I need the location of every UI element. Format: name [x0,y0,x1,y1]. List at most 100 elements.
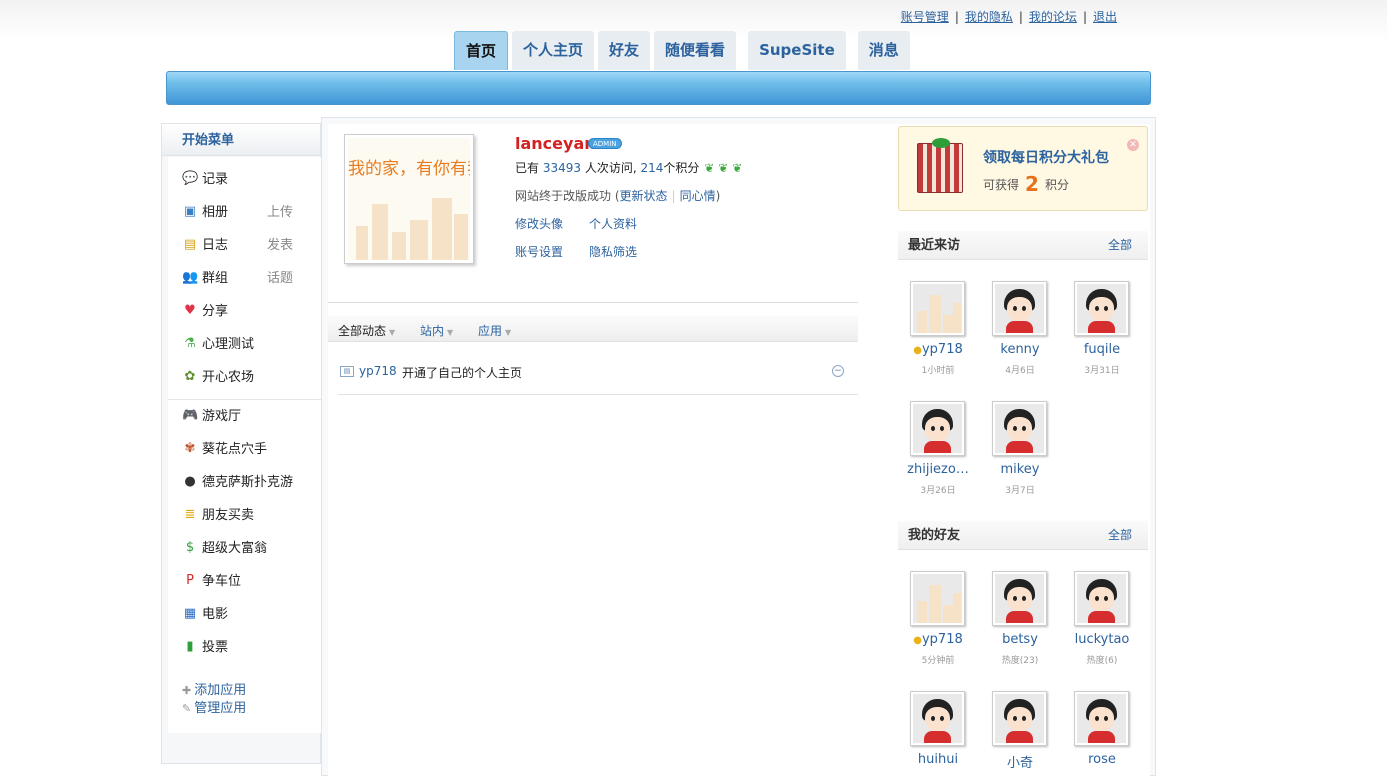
sidebar-item-psych-test[interactable]: ⚗ 心理测试 [182,335,317,355]
user-name-link[interactable]: kenny [979,342,1061,357]
user-card[interactable]: huihui [897,691,979,776]
remove-feed-icon[interactable]: − [832,365,844,377]
user-name[interactable]: huihui [918,752,958,767]
manage-app-label[interactable]: 管理应用 [194,701,246,716]
sidebar-item-label[interactable]: 记录 [202,170,228,190]
user-avatar[interactable] [992,571,1047,626]
add-app-button[interactable]: ✚ 添加应用 [182,679,246,698]
feed-tab-all[interactable]: 全部动态 ▼ [338,322,395,339]
feed-tab-apps[interactable]: 应用 ▼ [478,322,511,339]
user-card[interactable]: ●yp718 5分钟前 [897,571,979,671]
tab-home[interactable]: 首页 [454,31,509,70]
topic-link[interactable]: 话题 [267,269,293,289]
user-name[interactable]: yp718 [922,632,963,647]
sidebar-item-label[interactable]: 开心农场 [202,368,254,388]
sidebar-item-label[interactable]: 葵花点穴手 [202,440,267,460]
sidebar-item-label[interactable]: 游戏厅 [202,407,241,427]
close-icon[interactable]: ✕ [1127,139,1139,151]
privacy-filter-link[interactable]: 隐私筛选 [589,243,637,260]
sidebar-item-blog[interactable]: ▤ 日志 发表 [182,236,317,256]
user-avatar[interactable] [992,401,1047,456]
user-name[interactable]: 小奇 [1007,756,1033,771]
user-name[interactable]: mikey [1000,462,1039,477]
user-avatar[interactable] [1074,281,1129,336]
user-name-link[interactable]: rose [1061,752,1143,767]
user-name-link[interactable]: 小奇 [979,752,1061,771]
user-name-link[interactable]: betsy [979,632,1061,647]
user-avatar[interactable] [992,281,1047,336]
profile-info-link[interactable]: 个人资料 [589,215,637,232]
sidebar-item-label[interactable]: 德克萨斯扑克游 [202,473,293,493]
feed-tab-site[interactable]: 站内 ▼ [420,322,453,339]
tab-messages[interactable]: 消息 [857,31,910,70]
user-name[interactable]: kenny [1000,342,1039,357]
tab-profile[interactable]: 个人主页 [512,31,595,70]
user-avatar[interactable]: 我的家，有你有我 [344,134,474,264]
upload-link[interactable]: 上传 [267,203,293,223]
user-card[interactable]: kenny 4月6日 [979,281,1061,381]
sidebar-app-movie[interactable]: ▦ 电影 [182,605,317,625]
logout-link[interactable]: 退出 [1093,10,1117,24]
sidebar-item-label[interactable]: 朋友买卖 [202,506,254,526]
sidebar-item-label[interactable]: 分享 [202,302,228,322]
user-name-link[interactable]: huihui [897,752,979,767]
user-card[interactable]: luckytao 热度(6) [1061,571,1143,671]
sidebar-item-label[interactable]: 投票 [202,638,228,658]
user-name[interactable]: rose [1088,752,1116,767]
user-card[interactable]: rose [1061,691,1143,776]
user-name[interactable]: fuqile [1084,342,1120,357]
user-card[interactable]: mikey 3月7日 [979,401,1061,501]
user-avatar[interactable] [1074,571,1129,626]
user-name-link[interactable]: ●yp718 [897,342,979,357]
sidebar-item-label[interactable]: 日志 [202,236,228,256]
user-avatar[interactable] [910,571,965,626]
tab-friends[interactable]: 好友 [598,31,651,70]
user-name-link[interactable]: luckytao [1061,632,1143,647]
visitors-all-link[interactable]: 全部 [1108,231,1132,260]
sidebar-app-parking[interactable]: P 争车位 [182,572,317,592]
sidebar-item-farm[interactable]: ✿ 开心农场 [182,368,317,388]
sidebar-app-sunflower[interactable]: ✾ 葵花点穴手 [182,440,317,460]
user-name-link[interactable]: fuqile [1061,342,1143,357]
sidebar-app-monopoly[interactable]: $ 超级大富翁 [182,539,317,559]
my-privacy-link[interactable]: 我的隐私 [965,10,1013,24]
username[interactable]: lanceyan [515,134,596,153]
user-card[interactable]: fuqile 3月31日 [1061,281,1143,381]
manage-app-button[interactable]: ✎ 管理应用 [182,697,246,716]
update-status-link[interactable]: 更新状态 [620,189,668,203]
user-avatar[interactable] [910,691,965,746]
feed-user-link[interactable]: yp718 [359,364,397,378]
user-name[interactable]: zhijiezo… [907,462,969,477]
account-manage-link[interactable]: 账号管理 [901,10,949,24]
sidebar-item-group[interactable]: 👥 群组 话题 [182,269,317,289]
user-avatar[interactable] [992,691,1047,746]
my-forum-link[interactable]: 我的论坛 [1029,10,1077,24]
edit-avatar-link[interactable]: 修改头像 [515,215,563,232]
user-card[interactable]: ●yp718 1小时前 [897,281,979,381]
sidebar-app-vote[interactable]: ▮ 投票 [182,638,317,658]
user-name-link[interactable]: mikey [979,462,1061,477]
sidebar-item-label[interactable]: 相册 [202,203,228,223]
sidebar-item-label[interactable]: 电影 [202,605,228,625]
user-card[interactable]: 小奇 [979,691,1061,776]
user-name[interactable]: yp718 [922,342,963,357]
user-avatar[interactable] [1074,691,1129,746]
user-card[interactable]: zhijiezo… 3月26日 [897,401,979,501]
user-name-link[interactable]: zhijiezo… [897,462,979,477]
sidebar-item-share[interactable]: ♥ 分享 [182,302,317,322]
sidebar-item-label[interactable]: 超级大富翁 [202,539,267,559]
same-mood-link[interactable]: 同心情 [680,189,716,203]
sidebar-item-label[interactable]: 群组 [202,269,228,289]
user-card[interactable]: betsy 热度(23) [979,571,1061,671]
user-avatar[interactable] [910,401,965,456]
sidebar-app-game-hall[interactable]: 🎮 游戏厅 [182,407,317,427]
sidebar-item-label[interactable]: 心理测试 [202,335,254,355]
user-name[interactable]: betsy [1002,632,1038,647]
sidebar-item-album[interactable]: ▣ 相册 上传 [182,203,317,223]
tab-browse[interactable]: 随便看看 [654,31,737,70]
user-name[interactable]: luckytao [1075,632,1130,647]
gift-title[interactable]: 领取每日积分大礼包 [983,147,1109,167]
tab-supesite[interactable]: SupeSite [748,31,846,70]
add-app-label[interactable]: 添加应用 [194,683,246,698]
user-name-link[interactable]: ●yp718 [897,632,979,647]
